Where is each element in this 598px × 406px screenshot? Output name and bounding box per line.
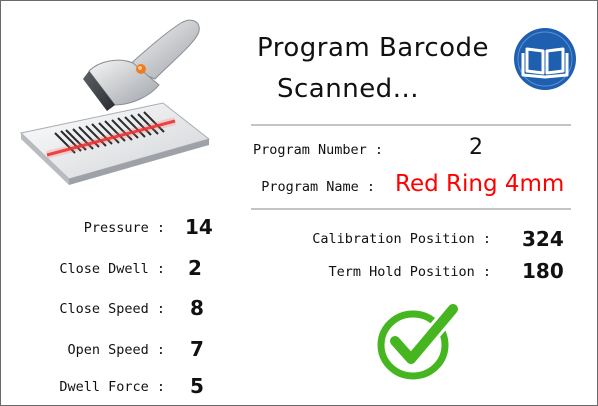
open-speed-label: Open Speed : <box>67 342 165 358</box>
program-name-value: Red Ring 4mm <box>395 171 565 197</box>
open-speed-value: 7 <box>190 337 204 361</box>
manual-book-icon[interactable] <box>513 27 577 91</box>
close-speed-value: 8 <box>190 296 204 320</box>
success-checkmark-icon <box>377 301 461 380</box>
close-dwell-label: Close Dwell : <box>59 261 165 277</box>
pressure-value: 14 <box>185 215 213 239</box>
program-name-label: Program Name : <box>261 179 375 195</box>
close-speed-label: Close Speed : <box>59 301 165 317</box>
divider-bottom <box>251 208 571 210</box>
close-dwell-value: 2 <box>188 256 202 280</box>
program-number-label: Program Number : <box>252 142 383 158</box>
pressure-label: Pressure : <box>83 220 165 236</box>
dwell-force-label: Dwell Force : <box>59 379 165 395</box>
dwell-force-value: 5 <box>190 374 204 398</box>
calibration-position-value: 324 <box>522 227 564 251</box>
calibration-position-label: Calibration Position : <box>312 231 491 247</box>
term-hold-position-label: Term Hold Position : <box>328 264 491 280</box>
divider-top <box>251 124 571 126</box>
page-subtitle: Scanned... <box>277 74 419 104</box>
page-title: Program Barcode <box>257 33 490 63</box>
scan-result-panel: Program Barcode Scanned... Program Numbe… <box>0 0 598 406</box>
term-hold-position-value: 180 <box>522 259 564 283</box>
barcode-scanner-icon <box>19 19 211 185</box>
program-number-value: 2 <box>469 135 483 160</box>
